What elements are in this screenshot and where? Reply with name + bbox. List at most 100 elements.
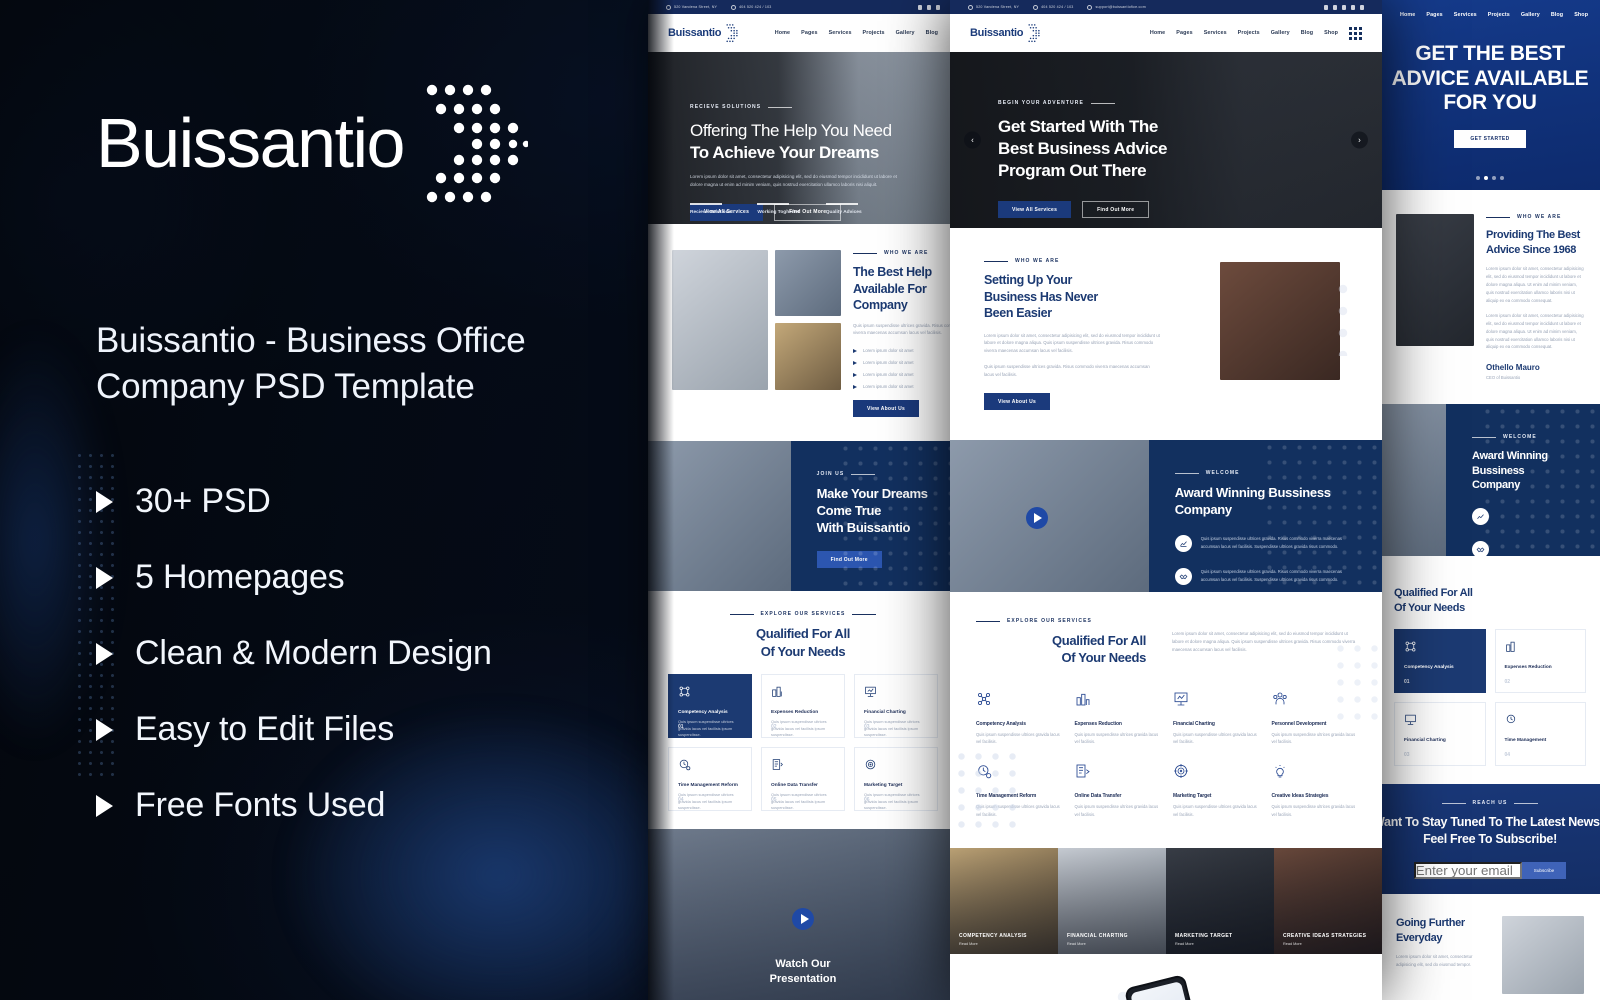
email-field[interactable]	[1413, 861, 1522, 879]
get-started-button[interactable]: GET STARTED	[1454, 130, 1526, 149]
nav-menu[interactable]: Home Pages Services Projects Gallery Blo…	[1400, 12, 1588, 18]
play-icon[interactable]	[792, 907, 814, 930]
page-title-line-1: Buissantio - Business Office	[96, 321, 526, 360]
services-paragraph: Lorem ipsum dolor sit amet, consectetur …	[1172, 631, 1356, 653]
chart-building-icon	[1076, 693, 1089, 705]
nav-item-services[interactable]: Services	[829, 30, 852, 36]
portfolio-item[interactable]: FINANCIAL CHARTING Read More	[1058, 847, 1166, 954]
service-item[interactable]: Expenses Reduction Quis ipsum suspendiss…	[1075, 691, 1160, 746]
nav-item-gallery[interactable]: Gallery	[1271, 30, 1290, 36]
video-section[interactable]: Watch Our Presentation	[648, 828, 958, 1000]
clock-gear-icon	[1506, 715, 1515, 724]
portfolio-item[interactable]: COMPETENCY ANALYSIS Read More	[950, 847, 1058, 954]
service-item[interactable]: Online Data Transfer Quis ipsum suspendi…	[1075, 763, 1160, 818]
hero-tab-1[interactable]: Working Togherter	[757, 203, 800, 215]
service-item[interactable]: Creative Ideas Strategies Quis ipsum sus…	[1272, 763, 1357, 818]
page-title: Buissantio - Business Office Company PSD…	[96, 318, 536, 410]
nav-item-home[interactable]: Home	[775, 30, 790, 36]
nav-menu[interactable]: Home Pages Services Projects Gallery Blo…	[775, 30, 938, 36]
nav-item-projects[interactable]: Projects	[1488, 12, 1510, 18]
welcome-section: WELCOME Award Winning Bussiness Company	[1380, 404, 1600, 557]
nav-item-projects[interactable]: Projects	[1238, 30, 1260, 36]
service-item[interactable]: Competency Analysis Quis ipsum suspendis…	[976, 691, 1061, 746]
triangle-bullet-icon	[96, 642, 113, 665]
service-card[interactable]: Expenses Reduction 02	[1494, 629, 1586, 694]
hero-tab-0[interactable]: Recieve Solutions	[690, 203, 731, 215]
service-card[interactable]: Financial Charting 03	[1394, 702, 1486, 767]
portfolio-item[interactable]: MARKETING TARGET Read More	[1166, 847, 1274, 954]
list-item: 5 Homepages	[96, 558, 588, 597]
preview-homepage-center[interactable]: 520 Vandena Street, NY 404 520 424 / 103…	[950, 0, 1382, 1000]
view-about-us-button[interactable]: View About Us	[853, 400, 919, 418]
dot-texture	[838, 441, 958, 592]
nav-menu[interactable]: Home Pages Services Projects Gallery Blo…	[1150, 26, 1362, 40]
preview-homepage-right[interactable]: Home Pages Services Projects Gallery Blo…	[1380, 0, 1600, 1000]
phone-icon	[1033, 4, 1039, 10]
grid-menu-icon[interactable]	[1349, 26, 1362, 40]
nav-item-pages[interactable]: Pages	[801, 30, 817, 36]
presentation-icon	[1174, 692, 1188, 705]
nav-item-services[interactable]: Services	[1454, 12, 1477, 18]
read-more-link[interactable]: Read More	[959, 942, 1027, 946]
nav-item-blog[interactable]: Blog	[926, 30, 938, 36]
services-title: Qualified For All Of Your Needs	[1394, 587, 1473, 614]
subscribe-button[interactable]: Subscribe	[1521, 861, 1567, 879]
portfolio-grid: COMPETENCY ANALYSIS Read More FINANCIAL …	[950, 847, 1382, 954]
chevron-right-icon[interactable]: ›	[1351, 131, 1368, 149]
view-about-us-button[interactable]: View About Us	[984, 393, 1050, 411]
about-paragraph: Quis ipsum suspendisse ultrices gravida.…	[853, 322, 958, 336]
services-section: EXPLORE OUR SERVICES Qualified For All O…	[648, 591, 958, 829]
nav-item-pages[interactable]: Pages	[1426, 12, 1442, 18]
read-more-link[interactable]: Read More	[1175, 942, 1232, 946]
presentation-icon	[1405, 715, 1416, 726]
service-card[interactable]: Competency Analysis 01	[1394, 629, 1486, 694]
hero-tab-2[interactable]: Quality Advices	[825, 203, 862, 215]
read-more-link[interactable]: Read More	[1283, 942, 1366, 946]
hero-title: GET THE BEST ADVICE AVAILABLE FOR YOU	[1391, 41, 1589, 115]
triangle-bullet-icon	[96, 566, 113, 589]
nav-item-gallery[interactable]: Gallery	[896, 30, 915, 36]
service-card-grid: Competency Analysis Quis ipsum suspendis…	[648, 673, 958, 829]
social-links[interactable]	[918, 4, 940, 10]
nav-item-home[interactable]: Home	[1150, 30, 1165, 36]
nav-logo[interactable]: Buissantio	[668, 23, 742, 43]
clock-gear-icon	[679, 759, 691, 770]
hero-tabs[interactable]: Recieve Solutions Working Togherter Qual…	[690, 203, 862, 215]
nav-item-gallery[interactable]: Gallery	[1521, 12, 1540, 18]
nav-item-home[interactable]: Home	[1400, 12, 1415, 18]
data-transfer-icon	[772, 758, 783, 770]
service-card[interactable]: Online Data Transfer Quis ipsum suspendi…	[761, 746, 845, 811]
nav-item-blog[interactable]: Blog	[1551, 12, 1563, 18]
nav-item-blog[interactable]: Blog	[1301, 30, 1313, 36]
social-links[interactable]	[1324, 4, 1364, 10]
about-title: Providing The Best Advice Since 1968	[1486, 229, 1580, 256]
chevron-left-icon[interactable]: ‹	[964, 131, 981, 149]
view-all-services-button[interactable]: View All Services	[998, 201, 1072, 219]
portfolio-item[interactable]: CREATIVE IDEAS STRATEGIES Read More	[1274, 847, 1382, 954]
play-icon[interactable]	[1025, 507, 1048, 530]
carousel-dots[interactable]	[1476, 176, 1504, 180]
nav-item-services[interactable]: Services	[1204, 30, 1227, 36]
find-out-more-button[interactable]: Find Out More	[1082, 201, 1150, 219]
page-title-line-2: Company PSD Template	[96, 367, 475, 407]
nav-item-pages[interactable]: Pages	[1176, 30, 1192, 36]
service-card[interactable]: Expenses Reduction Quis ipsum suspendiss…	[761, 673, 845, 738]
read-more-link[interactable]: Read More	[1067, 942, 1128, 946]
preview-homepage-left[interactable]: 520 Vandena Street, NY 404 520 424 / 103…	[648, 0, 958, 1000]
service-item[interactable]: Marketing Target Quis ipsum suspendisse …	[1173, 763, 1258, 818]
about-photo-large	[672, 250, 768, 390]
about-paragraph-1: Lorem ipsum dolor sit amet, consectetur …	[984, 332, 1160, 354]
nav-item-shop[interactable]: Shop	[1324, 30, 1338, 36]
newsletter-form[interactable]: Subscribe	[1413, 861, 1567, 879]
about-title: The Best Help Available For Company	[853, 265, 932, 312]
services-eyebrow: EXPLORE OUR SERVICES	[668, 611, 938, 617]
service-card[interactable]: Time Management 04	[1494, 702, 1586, 767]
nav-item-shop[interactable]: Shop	[1574, 12, 1588, 18]
service-card[interactable]: Marketing Target Quis ipsum suspendisse …	[854, 746, 938, 811]
service-card[interactable]: Financial Charting Quis ipsum suspendiss…	[854, 673, 938, 738]
service-item[interactable]: Financial Charting Quis ipsum suspendiss…	[1173, 691, 1258, 746]
nav-item-projects[interactable]: Projects	[863, 30, 885, 36]
nav-logo[interactable]: Buissantio	[970, 23, 1044, 43]
service-card[interactable]: Competency Analysis Quis ipsum suspendis…	[668, 673, 752, 738]
service-card[interactable]: Time Management Reform Quis ipsum suspen…	[668, 746, 752, 811]
